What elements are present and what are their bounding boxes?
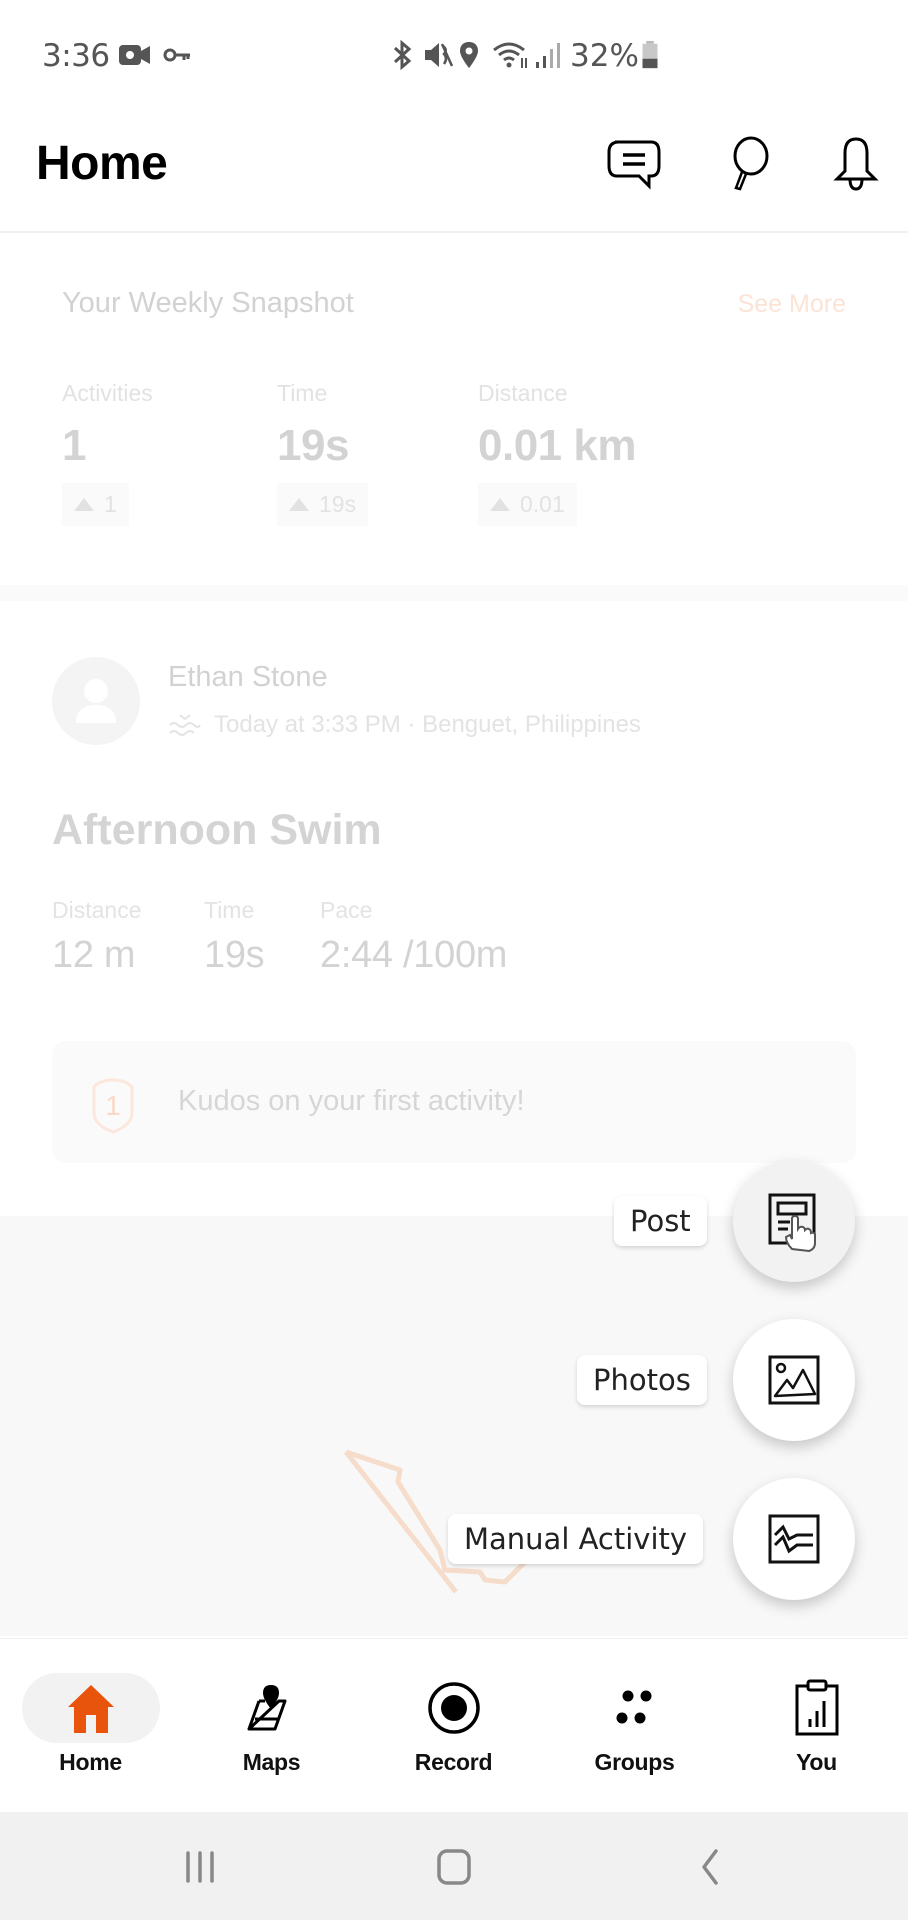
avatar[interactable] bbox=[52, 657, 140, 745]
swim-icon bbox=[169, 714, 201, 736]
nav-label: Groups bbox=[594, 1749, 675, 1775]
vpn-key-icon bbox=[163, 48, 190, 62]
stat-label: Distance bbox=[52, 897, 142, 923]
home-button[interactable] bbox=[424, 1842, 484, 1892]
user-icon bbox=[76, 679, 116, 723]
athlete-name[interactable]: Ethan Stone bbox=[168, 661, 328, 694]
search-icon bbox=[733, 136, 769, 191]
groups-icon bbox=[616, 1690, 651, 1724]
nav-groups[interactable]: Groups bbox=[544, 1639, 725, 1813]
photo-icon bbox=[768, 1355, 820, 1405]
stat-value: 19s bbox=[204, 934, 265, 976]
page-title: Home bbox=[36, 137, 168, 190]
signal-icon bbox=[536, 43, 560, 68]
stat-delta: 0.01 bbox=[478, 483, 577, 526]
nav-label: You bbox=[796, 1749, 837, 1775]
battery-percent: 32% bbox=[570, 38, 639, 74]
delta-value: 0.01 bbox=[520, 491, 565, 517]
activity-meta: Today at 3:33 PM · Benguet, Philippines bbox=[168, 711, 641, 739]
bottom-navigation: Home Maps Record Groups You bbox=[0, 1638, 908, 1812]
up-arrow-icon bbox=[289, 498, 309, 511]
profile-stats-icon bbox=[795, 1679, 838, 1736]
stat-label: Time bbox=[204, 897, 255, 923]
achievement-badge-icon: 1 bbox=[92, 1078, 134, 1134]
stat-delta: 19s bbox=[277, 483, 369, 526]
weekly-snapshot-card: Your Weekly Snapshot See More Activities… bbox=[0, 235, 908, 585]
video-camera-icon bbox=[119, 45, 150, 65]
post-icon bbox=[768, 1193, 816, 1253]
nav-record[interactable]: Record bbox=[363, 1639, 544, 1813]
system-navigation-bar bbox=[0, 1812, 908, 1920]
recents-icon bbox=[186, 1851, 214, 1883]
mute-icon bbox=[425, 43, 454, 67]
nav-icon-container bbox=[203, 1673, 341, 1743]
activity-chart-icon bbox=[768, 1514, 820, 1564]
stat-label: Activities bbox=[62, 380, 153, 406]
home-icon bbox=[67, 1685, 114, 1733]
stat-label: Pace bbox=[320, 897, 373, 923]
stat-value: 1 bbox=[62, 421, 86, 470]
manual-activity-option-label[interactable]: Manual Activity bbox=[448, 1514, 704, 1564]
achievement-banner[interactable]: 1 Kudos on your first activity! bbox=[52, 1041, 856, 1163]
activity-time-location: Today at 3:33 PM · Benguet, Philippines bbox=[214, 711, 641, 738]
recents-button[interactable] bbox=[170, 1842, 230, 1892]
activity-stat-distance: Distance 12 m bbox=[52, 897, 141, 977]
wifi-icon bbox=[493, 42, 527, 68]
stat-label: Time bbox=[277, 380, 328, 406]
home-circle-icon bbox=[437, 1849, 471, 1885]
nav-icon-container bbox=[21, 1673, 160, 1743]
nav-label: Maps bbox=[242, 1749, 301, 1775]
badge-number: 1 bbox=[105, 1090, 121, 1121]
battery-icon bbox=[642, 40, 658, 69]
manual-activity-option-button[interactable] bbox=[733, 1478, 855, 1600]
delta-value: 1 bbox=[104, 491, 117, 517]
map-icon bbox=[247, 1685, 286, 1731]
photos-option-label[interactable]: Photos bbox=[577, 1355, 707, 1405]
nav-icon-container bbox=[748, 1673, 886, 1743]
up-arrow-icon bbox=[74, 498, 94, 511]
status-time: 3:36 bbox=[42, 38, 110, 74]
app-header: Home bbox=[0, 110, 908, 233]
section-divider bbox=[0, 585, 908, 601]
status-bar: 3:36 32% bbox=[0, 0, 908, 110]
snapshot-stat-time: Time 19s 19s bbox=[277, 380, 369, 526]
stat-delta: 1 bbox=[62, 483, 129, 526]
kudos-text: Kudos on your first activity! bbox=[178, 1085, 525, 1117]
activity-title[interactable]: Afternoon Swim bbox=[52, 806, 382, 855]
photos-option-button[interactable] bbox=[733, 1319, 855, 1441]
snapshot-title: Your Weekly Snapshot bbox=[62, 287, 354, 319]
nav-icon-container bbox=[385, 1673, 523, 1743]
stat-value: 2:44 /100m bbox=[320, 934, 508, 976]
search-button[interactable] bbox=[716, 132, 780, 196]
stat-label: Distance bbox=[478, 380, 568, 406]
messages-button[interactable] bbox=[602, 132, 666, 196]
activity-card: Ethan Stone Today at 3:33 PM · Benguet, … bbox=[0, 601, 908, 1216]
record-icon bbox=[427, 1682, 480, 1734]
nav-home[interactable]: Home bbox=[0, 1639, 181, 1813]
post-option-button[interactable] bbox=[733, 1160, 855, 1282]
up-arrow-icon bbox=[490, 498, 510, 511]
nav-label: Home bbox=[59, 1749, 122, 1775]
nav-label: Record bbox=[414, 1749, 493, 1775]
delta-value: 19s bbox=[319, 491, 357, 517]
bluetooth-icon bbox=[393, 40, 412, 70]
nav-icon-container bbox=[566, 1673, 704, 1743]
stat-value: 19s bbox=[277, 421, 349, 470]
snapshot-stat-activities: Activities 1 1 bbox=[62, 380, 153, 526]
bell-icon bbox=[833, 137, 879, 191]
nav-you[interactable]: You bbox=[726, 1639, 907, 1813]
stat-value: 12 m bbox=[52, 934, 136, 976]
snapshot-stat-distance: Distance 0.01 km 0.01 bbox=[478, 380, 636, 526]
back-icon bbox=[702, 1849, 718, 1885]
notifications-button[interactable] bbox=[824, 132, 888, 196]
location-icon bbox=[460, 42, 478, 68]
post-option-label[interactable]: Post bbox=[614, 1196, 707, 1246]
nav-maps[interactable]: Maps bbox=[181, 1639, 362, 1813]
stat-value: 0.01 km bbox=[478, 421, 636, 470]
activity-stat-time: Time 19s bbox=[204, 897, 265, 977]
back-button[interactable] bbox=[680, 1842, 740, 1892]
see-more-link[interactable]: See More bbox=[738, 290, 846, 319]
chat-icon bbox=[607, 140, 661, 190]
activity-stat-pace: Pace 2:44 /100m bbox=[320, 897, 507, 977]
